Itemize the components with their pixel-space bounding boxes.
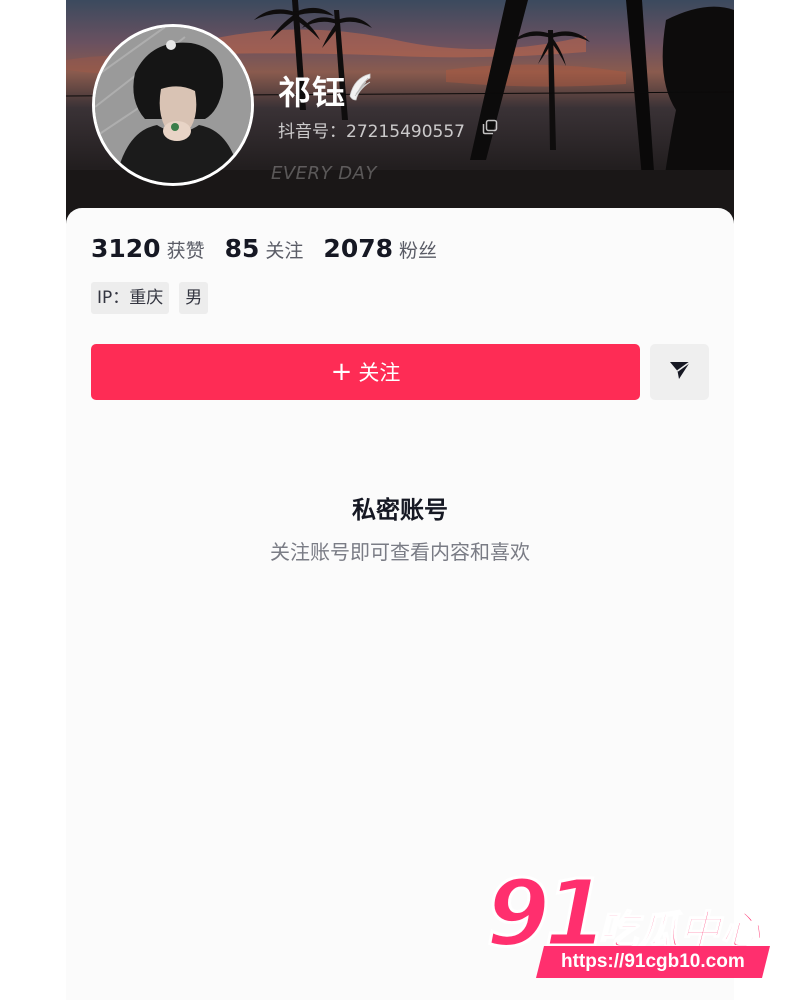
likes-label: 获赞 bbox=[166, 240, 205, 262]
private-account-subtitle: 关注账号即可查看内容和喜欢 bbox=[270, 540, 530, 564]
copy-icon[interactable] bbox=[482, 119, 498, 139]
likes-count: 3120 bbox=[91, 234, 161, 263]
watermark-url-banner: https://91cgb10.com bbox=[536, 946, 770, 978]
banner-caption: EVERY DAY bbox=[271, 163, 377, 184]
douyin-id: 抖音号：27215490557 bbox=[278, 122, 465, 142]
avatar-photo bbox=[95, 27, 251, 183]
followers-label: 粉丝 bbox=[399, 240, 438, 262]
stat-followers[interactable]: 2078 粉丝 bbox=[323, 234, 437, 263]
stat-likes[interactable]: 3120 获赞 bbox=[91, 234, 205, 263]
follow-button-label: 关注 bbox=[358, 361, 401, 385]
following-label: 关注 bbox=[265, 240, 304, 262]
tag-gender: 男 bbox=[179, 282, 209, 314]
private-account-title: 私密账号 bbox=[352, 496, 448, 524]
wing-icon bbox=[348, 72, 372, 106]
profile-screen: 祁钰 抖音号：27215490557 EVERY DAY 3120 获赞 85 … bbox=[66, 0, 734, 1000]
stats-row: 3120 获赞 85 关注 2078 粉丝 bbox=[91, 234, 457, 263]
plus-icon: + bbox=[330, 357, 353, 387]
profile-nickname: 祁钰 bbox=[278, 73, 346, 112]
profile-banner: 祁钰 抖音号：27215490557 EVERY DAY bbox=[66, 0, 734, 240]
following-count: 85 bbox=[224, 234, 260, 263]
stat-following[interactable]: 85 关注 bbox=[225, 234, 304, 263]
tag-ip-location: IP：重庆 bbox=[91, 282, 170, 314]
watermark-logo: 91 吃瓜中心 https://91cgb10.com bbox=[484, 866, 776, 986]
watermark-url: https://91cgb10.com bbox=[561, 951, 745, 972]
followers-count: 2078 bbox=[323, 234, 394, 263]
send-icon bbox=[668, 359, 692, 385]
page: 祁钰 抖音号：27215490557 EVERY DAY 3120 获赞 85 … bbox=[0, 0, 800, 1000]
profile-tags: IP：重庆 男 bbox=[91, 282, 218, 314]
follow-button[interactable]: + 关注 bbox=[91, 344, 640, 400]
share-button[interactable] bbox=[650, 344, 709, 400]
profile-avatar[interactable] bbox=[92, 24, 254, 186]
